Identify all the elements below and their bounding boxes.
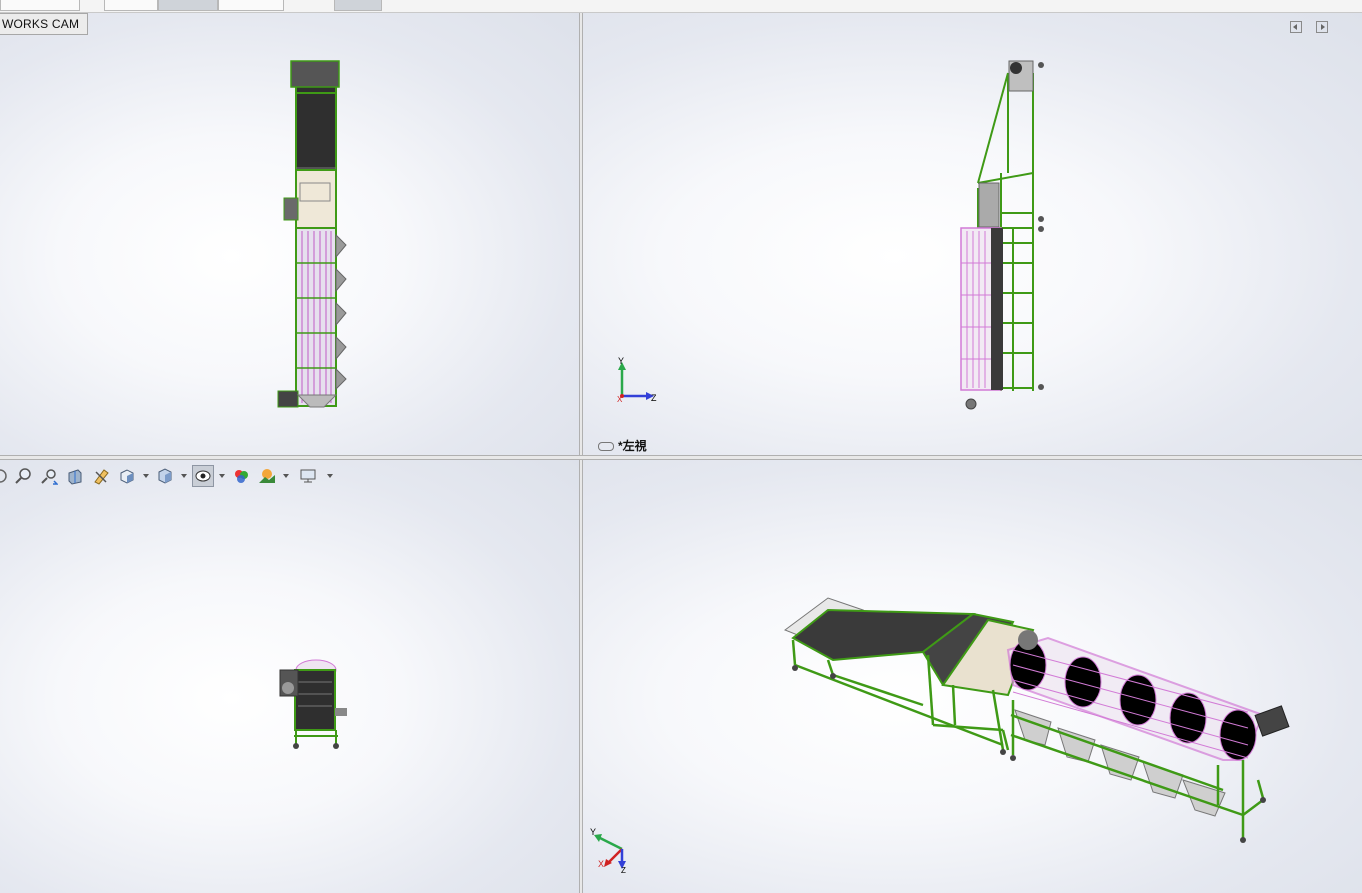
command-tab[interactable] — [218, 0, 284, 11]
coordinate-triad-iso: Y X Z — [590, 827, 626, 875]
front-view-model — [277, 60, 347, 408]
hide-show-items-icon[interactable] — [192, 465, 214, 487]
viewport-prev-icon[interactable] — [1290, 21, 1302, 33]
viewport-splitter-horizontal[interactable] — [0, 455, 1362, 460]
svg-text:X: X — [617, 395, 623, 404]
rotate-icon[interactable] — [0, 465, 8, 487]
viewport-front[interactable] — [0, 13, 579, 455]
view-name-label: *左視 — [598, 439, 647, 453]
apply-scene-dropdown[interactable] — [282, 465, 290, 487]
isometric-view-model — [783, 597, 1290, 843]
command-tab[interactable] — [0, 0, 80, 11]
command-tab-active[interactable] — [158, 0, 218, 11]
previous-view-icon[interactable] — [38, 465, 60, 487]
viewport-left[interactable] — [583, 13, 1362, 455]
svg-text:X: X — [598, 859, 604, 869]
solidworks-cam-tab[interactable]: WORKS CAM — [0, 13, 89, 35]
zoom-to-area-icon[interactable] — [12, 465, 34, 487]
link-view-icon[interactable] — [598, 442, 614, 452]
viewport-splitter-vertical[interactable] — [579, 13, 583, 893]
display-style-dropdown[interactable] — [180, 465, 188, 487]
edit-appearance-icon[interactable] — [230, 465, 252, 487]
viewport-isometric[interactable] — [583, 460, 1362, 893]
display-style-icon[interactable] — [154, 465, 176, 487]
top-view-model — [279, 659, 347, 749]
command-tab[interactable] — [104, 0, 158, 11]
svg-text:Y: Y — [590, 827, 596, 837]
section-view-icon[interactable] — [64, 465, 86, 487]
view-settings-icon[interactable] — [294, 465, 322, 487]
left-view-model — [960, 60, 1044, 410]
view-settings-dropdown[interactable] — [326, 465, 334, 487]
view-orientation-dropdown[interactable] — [142, 465, 150, 487]
hide-show-dropdown[interactable] — [218, 465, 226, 487]
command-manager-strip — [0, 0, 1362, 13]
apply-scene-icon[interactable] — [256, 465, 278, 487]
svg-text:Z: Z — [621, 866, 626, 875]
view-orientation-icon[interactable] — [116, 465, 138, 487]
command-tab[interactable] — [334, 0, 382, 11]
viewport-next-icon[interactable] — [1316, 21, 1328, 33]
dynamic-annotation-icon[interactable] — [90, 465, 112, 487]
viewport-top[interactable] — [0, 460, 579, 893]
svg-text:Y: Y — [618, 356, 624, 366]
left-view-name: *左視 — [618, 439, 647, 453]
heads-up-view-toolbar — [0, 463, 334, 489]
coordinate-triad-left: Y Z X — [617, 356, 657, 404]
svg-text:Z: Z — [651, 393, 657, 403]
